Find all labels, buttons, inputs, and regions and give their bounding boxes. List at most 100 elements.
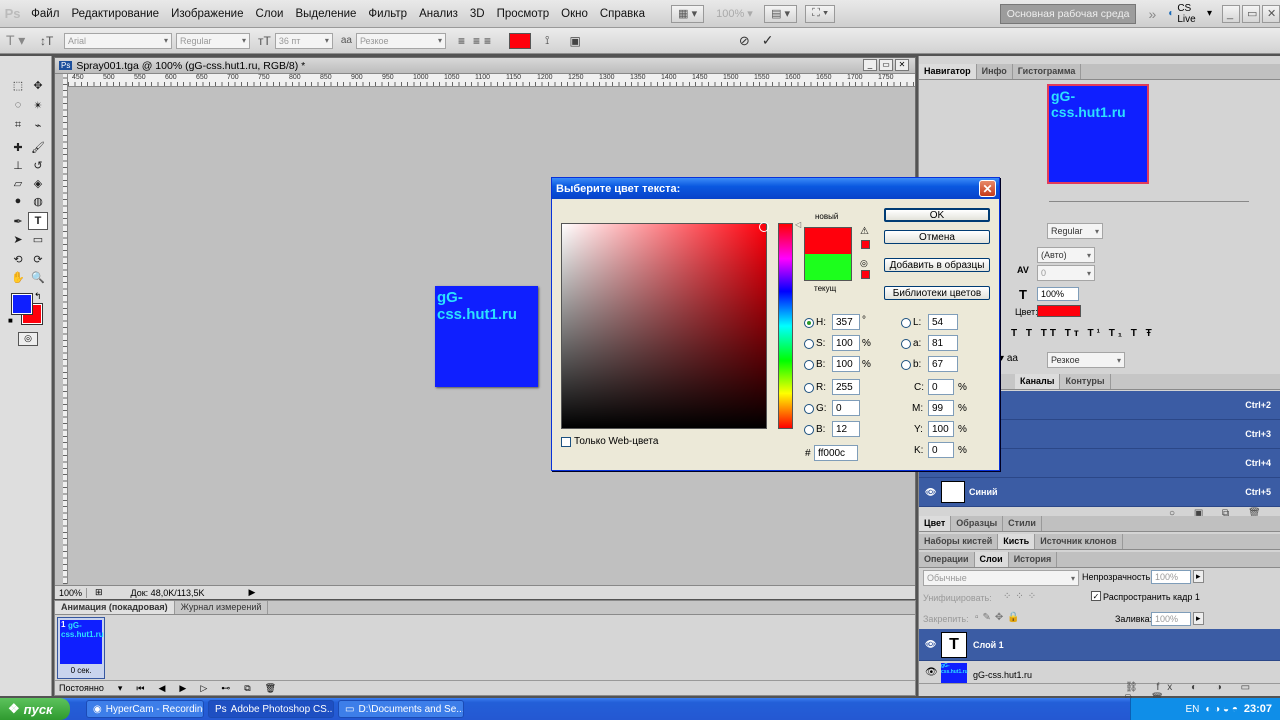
tab-clone-source[interactable]: Источник клонов xyxy=(1035,534,1123,549)
move-tool-icon[interactable]: ✥ xyxy=(28,76,48,94)
minimize-icon[interactable]: _ xyxy=(863,59,877,71)
tab-styles[interactable]: Стили xyxy=(1003,516,1042,531)
play-icon[interactable]: ▶ xyxy=(179,683,186,694)
brightness-field[interactable]: 100 xyxy=(832,356,860,372)
blend-mode-select[interactable]: Обычные ▾ xyxy=(923,570,1079,586)
cslive-button[interactable]: ◐ CS Live ▾ xyxy=(1168,3,1212,25)
tab-history[interactable]: История xyxy=(1009,552,1058,567)
3d-rotate-icon[interactable]: ⟲ xyxy=(8,250,28,268)
menu-file[interactable]: Файл xyxy=(25,8,65,20)
delete-frame-icon[interactable]: 🗑 xyxy=(265,683,276,694)
extras-button[interactable]: ⛶ ▾ xyxy=(805,4,836,23)
zoom-tool-icon[interactable]: 🔍 xyxy=(28,268,48,286)
radio-b[interactable] xyxy=(804,360,814,370)
task-hypercam[interactable]: ◉ HyperCam - Recording xyxy=(86,700,204,718)
minimize-button[interactable]: _ xyxy=(1222,4,1240,23)
black-field[interactable]: 0 xyxy=(928,442,954,458)
leading-select[interactable]: (Авто) ▾ xyxy=(1037,247,1095,263)
radio-l[interactable] xyxy=(901,318,911,328)
current-color-swatch[interactable] xyxy=(804,254,852,281)
radio-g[interactable] xyxy=(804,404,814,414)
task-photoshop[interactable]: Ps Adobe Photoshop CS... xyxy=(208,700,334,718)
loop-select[interactable]: Постоянно xyxy=(59,683,104,693)
lab-a-field[interactable]: 81 xyxy=(928,335,958,351)
bucket-tool-icon[interactable]: ◈ xyxy=(28,174,48,192)
lab-l-field[interactable]: 54 xyxy=(928,314,958,330)
menu-window[interactable]: Окно xyxy=(555,8,594,20)
3d-orbit-icon[interactable]: ⟳ xyxy=(28,250,48,268)
magenta-field[interactable]: 99 xyxy=(928,400,954,416)
tab-measurement-log[interactable]: Журнал измерений xyxy=(175,601,269,614)
healing-brush-icon[interactable]: ✚ xyxy=(8,138,28,156)
screen-mode-button[interactable]: ▦ ▾ xyxy=(671,4,705,23)
tab-brush-presets[interactable]: Наборы кистей xyxy=(919,534,999,549)
restore-icon[interactable]: ▭ xyxy=(879,59,893,71)
start-button[interactable]: ❖ пуск xyxy=(0,698,70,720)
language-indicator[interactable]: EN xyxy=(1185,704,1199,715)
eyedropper-icon[interactable]: ⌁ xyxy=(28,116,48,134)
tracking-select[interactable]: 0 ▾ xyxy=(1037,265,1095,281)
color-field[interactable] xyxy=(561,222,769,429)
panels-toggle-icon[interactable]: ▣ xyxy=(569,34,580,48)
tab-brush[interactable]: Кисть xyxy=(998,534,1036,549)
menu-edit[interactable]: Редактирование xyxy=(65,8,165,20)
hue-slider-marker[interactable]: ◁ xyxy=(795,220,801,229)
layer-row-image[interactable]: 👁 gG-css.hut1.ru gG-css.hut1.ru xyxy=(919,662,1280,684)
restore-button[interactable]: ▭ xyxy=(1242,4,1260,23)
chevron-right-icon[interactable]: ▸ xyxy=(1193,570,1204,583)
yellow-field[interactable]: 100 xyxy=(928,421,954,437)
document-image[interactable]: gG-css.hut1.ru xyxy=(435,286,538,387)
web-safe-swatch[interactable] xyxy=(861,270,870,279)
propagate-checkbox[interactable]: ✓ xyxy=(1091,591,1101,601)
radio-a[interactable] xyxy=(901,339,911,349)
task-explorer[interactable]: ▭ D:\Documents and Se... xyxy=(338,700,464,718)
workspace-button[interactable]: Основная рабочая среда xyxy=(999,3,1137,24)
chevron-down-icon[interactable]: ▾ xyxy=(118,683,123,694)
brush-tool-icon[interactable]: 🖌 xyxy=(28,138,48,156)
prev-frame-icon[interactable]: ◀ xyxy=(158,683,165,694)
marquee-tool-icon[interactable]: ⬚ xyxy=(8,76,28,94)
font-style-select[interactable]: Regular ▾ xyxy=(176,32,250,49)
radio-s[interactable] xyxy=(804,339,814,349)
channel-row-blue[interactable]: 👁 Синий Ctrl+5 xyxy=(919,478,1280,507)
tab-animation[interactable]: Анимация (покадровая) xyxy=(55,601,175,614)
commit-icon[interactable]: ✓ xyxy=(762,32,774,49)
default-colors-icon[interactable]: ■ xyxy=(8,316,13,325)
hue-slider[interactable] xyxy=(778,223,793,429)
history-brush-icon[interactable]: ↺ xyxy=(28,156,48,174)
radio-bb[interactable] xyxy=(804,425,814,435)
warp-text-icon[interactable]: ⟟ xyxy=(545,33,549,48)
tab-histogram[interactable]: Гистограмма xyxy=(1013,64,1082,79)
eye-icon[interactable]: 👁 xyxy=(925,667,938,678)
eye-icon[interactable]: 👁 xyxy=(925,487,936,498)
antialias-select[interactable]: Резкое ▾ xyxy=(355,32,446,49)
navigator-preview[interactable]: gG-css.hut1.ru xyxy=(1047,84,1149,184)
chevron-right-icon[interactable]: » xyxy=(1148,6,1156,22)
tab-navigator[interactable]: Навигатор xyxy=(919,64,977,79)
eraser-tool-icon[interactable]: ▱ xyxy=(8,174,28,192)
path-select-icon[interactable]: ➤ xyxy=(8,230,28,248)
play-icon[interactable]: ▶ xyxy=(249,587,256,598)
eye-icon[interactable]: 👁 xyxy=(925,639,936,650)
type-tool-icon[interactable]: T ▾ xyxy=(6,32,36,49)
gamut-swatch[interactable] xyxy=(861,240,870,249)
font-size-select[interactable]: 36 пт ▾ xyxy=(274,32,333,49)
radio-h[interactable] xyxy=(804,318,814,328)
saturation-field[interactable]: 100 xyxy=(832,335,860,351)
align-left-icon[interactable]: ≡ xyxy=(458,34,469,48)
menu-3d[interactable]: 3D xyxy=(464,8,491,20)
cancel-button[interactable]: Отмена xyxy=(884,230,990,244)
menu-help[interactable]: Справка xyxy=(594,8,651,20)
lasso-tool-icon[interactable]: ◌ xyxy=(8,96,28,114)
foreground-color-swatch[interactable] xyxy=(11,293,33,315)
blue-field[interactable]: 12 xyxy=(832,421,860,437)
char-color-swatch[interactable] xyxy=(1037,305,1081,317)
zoom-level[interactable]: 100% xyxy=(55,587,87,598)
fill-field[interactable]: 100% xyxy=(1151,612,1191,626)
align-center-icon[interactable]: ≡ xyxy=(473,34,480,48)
dialog-close-button[interactable]: ✕ xyxy=(979,180,996,197)
tab-info[interactable]: Инфо xyxy=(977,64,1013,79)
color-libraries-button[interactable]: Библиотеки цветов xyxy=(884,286,990,300)
tab-channels[interactable]: Каналы xyxy=(1015,374,1061,389)
ok-button[interactable]: OK xyxy=(884,208,990,222)
